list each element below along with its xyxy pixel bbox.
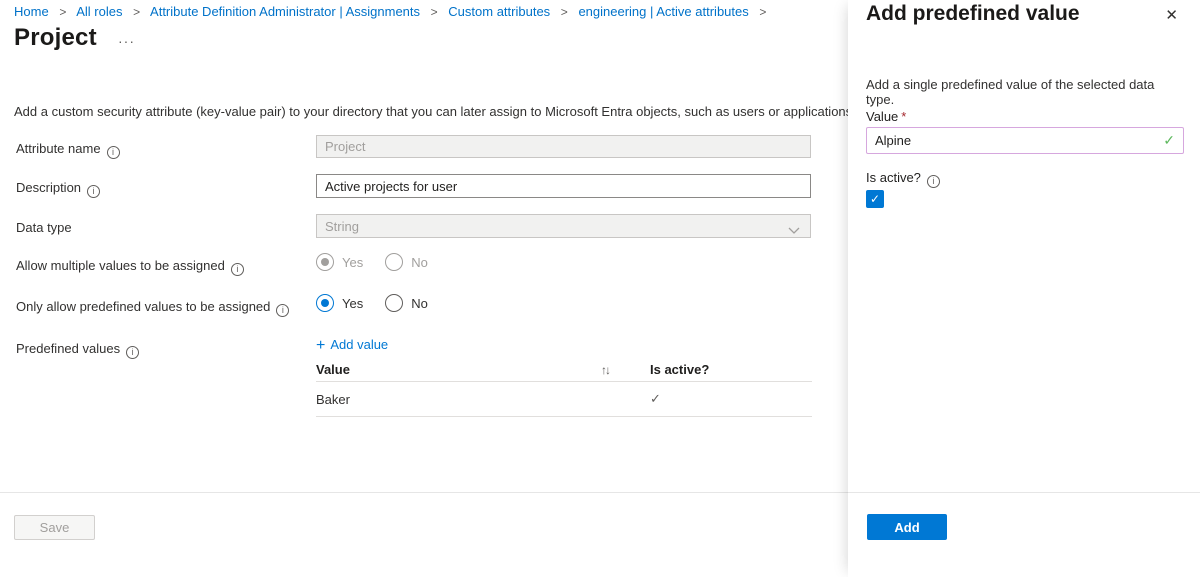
required-marker: * [901,109,906,124]
add-value-link-label: Add value [330,337,388,352]
page-context-menu-icon[interactable]: ··· [118,33,135,49]
data-type-select: String [316,214,811,238]
predefined-values-label: Predefined values i [16,341,139,359]
sort-icon[interactable]: ↑↓ [601,363,650,377]
breadcrumb-home[interactable]: Home [14,4,49,19]
radio-no-label: No [411,296,428,311]
custom-security-attribute-page: Home > All roles > Attribute Definition … [0,0,1200,577]
column-header-value[interactable]: Value [316,362,601,377]
allow-multiple-radio-group: Yes No [316,253,450,271]
radio-no-disabled [385,253,403,271]
only-predefined-label-text: Only allow predefined values to be assig… [16,299,270,314]
add-button[interactable]: Add [867,514,947,540]
add-predefined-value-panel: Add predefined value ✕ Add a single pred… [848,0,1200,577]
table-header-row: Value ↑↓ Is active? [316,358,812,382]
attribute-name-input: Project [316,135,811,158]
info-icon[interactable]: i [87,185,100,198]
breadcrumb-all-roles[interactable]: All roles [76,4,122,19]
breadcrumb: Home > All roles > Attribute Definition … [14,4,773,19]
radio-yes-label: Yes [342,296,363,311]
panel-title: Add predefined value [866,2,1080,26]
info-icon[interactable]: i [107,146,120,159]
breadcrumb-separator: > [133,5,140,19]
description-label-text: Description [16,180,81,195]
data-type-value: String [325,219,359,234]
is-active-label-text: Is active? [866,170,921,185]
breadcrumb-active-attributes[interactable]: engineering | Active attributes [578,4,748,19]
breadcrumb-separator: > [59,5,66,19]
predefined-values-table: Value ↑↓ Is active? Baker ↑↓ ✓ [316,358,812,417]
radio-yes-label: Yes [342,255,363,270]
plus-icon: + [316,337,325,354]
valid-check-icon: ✓ [1163,132,1175,149]
radio-yes-selected-disabled [316,253,334,271]
radio-no[interactable] [385,294,403,312]
add-value-link[interactable]: + Add value [316,337,388,355]
row-value: Baker [316,392,601,407]
chevron-down-icon [788,223,800,238]
allow-multiple-label: Allow multiple values to be assigned i [16,258,244,276]
column-header-is-active: Is active? [650,362,709,377]
value-input-field[interactable] [875,133,1163,148]
radio-yes-selected[interactable] [316,294,334,312]
info-icon[interactable]: i [126,346,139,359]
info-icon[interactable]: i [276,304,289,317]
value-field-label: Value* [866,109,906,124]
description-label: Description i [16,180,100,198]
intro-text: Add a custom security attribute (key-val… [14,104,848,119]
is-active-label: Is active? i [866,170,940,188]
info-icon[interactable]: i [231,263,244,276]
radio-no-label: No [411,255,428,270]
attribute-name-label: Attribute name i [16,141,120,159]
description-value: Active projects for user [325,179,457,194]
attribute-name-label-text: Attribute name [16,141,101,156]
data-type-label: Data type [16,220,72,235]
only-predefined-label: Only allow predefined values to be assig… [16,299,289,317]
allow-multiple-label-text: Allow multiple values to be assigned [16,258,225,273]
check-icon: ✓ [650,391,661,407]
only-predefined-radio-group: Yes No [316,294,450,312]
close-icon[interactable]: ✕ [1165,6,1178,24]
info-icon[interactable]: i [927,175,940,188]
panel-footer: Add [848,492,1200,577]
breadcrumb-attribute-definition-administrator[interactable]: Attribute Definition Administrator | Ass… [150,4,420,19]
page-title: Project [14,24,97,52]
is-active-checkbox[interactable]: ✓ [866,190,884,208]
breadcrumb-separator: > [759,5,766,19]
save-button: Save [14,515,95,540]
breadcrumb-separator: > [561,5,568,19]
panel-description: Add a single predefined value of the sel… [866,77,1186,107]
value-input[interactable]: ✓ [866,127,1184,154]
value-label-text: Value [866,109,898,124]
predefined-values-label-text: Predefined values [16,341,120,356]
table-row[interactable]: Baker ↑↓ ✓ [316,382,812,417]
breadcrumb-separator: > [431,5,438,19]
data-type-label-text: Data type [16,220,72,235]
main-content: Home > All roles > Attribute Definition … [0,0,848,577]
attribute-name-value: Project [325,139,365,154]
description-input[interactable]: Active projects for user [316,174,811,198]
breadcrumb-custom-attributes[interactable]: Custom attributes [448,4,550,19]
main-footer: Save [0,492,848,577]
